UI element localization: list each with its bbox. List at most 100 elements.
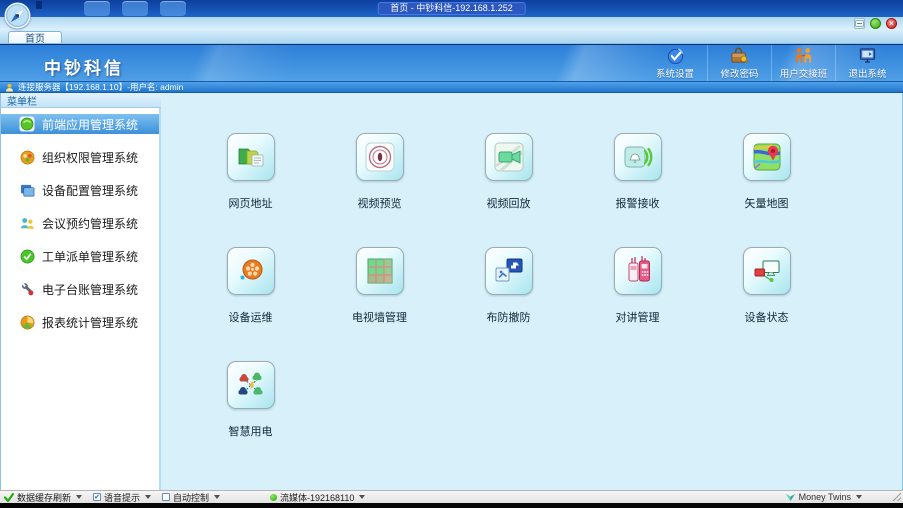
app-tile-web-address[interactable] [227,133,275,181]
dropdown-caret-icon [214,495,220,499]
app-tile-vector-map[interactable] [743,133,791,181]
user-icon [5,83,14,92]
statusbar-label: Money Twins [799,492,851,502]
tab-bar: 首页 [0,30,903,44]
video-preview-icon [363,140,397,174]
header-button-exit-system[interactable]: 退出系统 [835,45,899,81]
sidebar-item-label: 设备配置管理系统 [42,182,138,199]
app-header: 中钞科信 系统设置修改密码用户交接班退出系统 [0,44,903,82]
brand-title: 中钞科信 [44,54,124,79]
dropdown-caret-icon [76,495,82,499]
maximize-button[interactable] [870,18,881,29]
app-tile-label: 智慧用电 [229,423,273,439]
tab-home[interactable]: 首页 [8,31,62,43]
minimize-button[interactable] [854,18,865,29]
statusbar-label: 数据缓存刷新 [17,491,71,504]
sidebar-title: 菜单栏 [1,93,161,108]
app-tile-label: 设备状态 [745,309,789,325]
auto-checkbox-unchecked[interactable] [162,493,170,501]
app-cell-vector-map: 矢量地图 [702,133,831,211]
app-tile-video-preview[interactable] [356,133,404,181]
close-button[interactable]: × [886,18,897,29]
alarm-receive-icon [621,140,655,174]
bottom-strip [0,503,903,508]
toolbar-ghost-icon[interactable] [122,1,148,16]
app-tile-smart-power[interactable] [227,361,275,409]
app-cell-tv-wall: 电视墙管理 [315,247,444,325]
app-cell-device-status: 设备状态 [702,247,831,325]
app-tile-device-status[interactable] [743,247,791,295]
statusbar-data-cache-refresh[interactable]: 数据缓存刷新 [4,491,82,504]
sidebar-item-e-ledger[interactable]: 电子台账管理系统 [1,279,159,299]
voice-checkbox-checked[interactable]: ✔ [93,493,101,501]
system-settings-icon [666,46,685,65]
sidebar-item-label: 电子台账管理系统 [42,281,138,298]
toolbar-ghost-icon[interactable] [160,1,186,16]
app-tile-arm-disarm[interactable] [485,247,533,295]
header-button-change-password[interactable]: 修改密码 [707,45,771,81]
app-tile-video-playback[interactable] [485,133,533,181]
sidebar-item-label: 报表统计管理系统 [42,314,138,331]
connection-status-text: 连接服务器【192.168.1.10】-用户名: admin [18,82,183,93]
statusbar-label: 语音提示 [104,491,140,504]
app-tile-device-maintenance[interactable] [227,247,275,295]
smart-power-icon [234,368,268,402]
shift-handover-icon [794,46,813,65]
sidebar-item-label: 工单派单管理系统 [42,248,138,265]
sidebar-item-label: 会议预约管理系统 [42,215,138,232]
statusbar-voice-prompt[interactable]: ✔ 语音提示 [93,491,151,504]
sidebar-item-org-permission[interactable]: 组织权限管理系统 [1,147,159,167]
device-status-icon [750,254,784,288]
app-tile-intercom[interactable] [614,247,662,295]
statusbar-money-twins[interactable]: Money Twins [785,492,862,503]
header-actions: 系统设置修改密码用户交接班退出系统 [643,45,899,81]
window-title: 首页 - 中钞科信-192.168.1.252 [377,2,526,15]
sidebar-menu: 前端应用管理系统组织权限管理系统设备配置管理系统会议预约管理系统工单派单管理系统… [1,108,161,490]
sidebar-item-label: 组织权限管理系统 [42,149,138,166]
window-controls-bar: × [0,17,903,30]
pin-icon [36,1,42,9]
app-tile-label: 设备运维 [229,309,273,325]
compass-logo-icon [4,2,31,29]
ledger-icon [19,281,35,297]
app-tile-label: 矢量地图 [745,195,789,211]
app-tile-alarm-receive[interactable] [614,133,662,181]
sidebar-item-frontend-app[interactable]: 前端应用管理系统 [1,114,159,134]
web-address-icon [234,140,268,174]
app-cell-intercom: 对讲管理 [573,247,702,325]
dropdown-caret-icon [359,495,365,499]
app-tile-label: 网页地址 [229,195,273,211]
resize-grip[interactable] [892,492,901,501]
work-order-icon [19,248,35,264]
meeting-icon [19,215,35,231]
titlebar-toolbar [84,1,186,16]
sidebar-item-report-stats[interactable]: 报表统计管理系统 [1,312,159,332]
sidebar-item-device-config[interactable]: 设备配置管理系统 [1,180,159,200]
org-permission-icon [19,149,35,165]
dropdown-caret-icon [856,495,862,499]
statusbar-auto-control[interactable]: 自动控制 [162,491,220,504]
app-cell-video-playback: 视频回放 [444,133,573,211]
toolbar-ghost-icon[interactable] [84,1,110,16]
main-area: 网页地址 视频预览 视频回放报警接收 矢量地图设备运维 电视墙管理布防撤防 对讲管理设备状… [161,93,902,490]
sidebar: 菜单栏 前端应用管理系统组织权限管理系统设备配置管理系统会议预约管理系统工单派单… [1,93,161,490]
check-icon [4,493,14,502]
header-button-system-settings[interactable]: 系统设置 [643,45,707,81]
intercom-icon [621,254,655,288]
frontend-app-icon [19,116,35,132]
app-tile-label: 布防撤防 [487,309,531,325]
app-cell-alarm-receive: 报警接收 [573,133,702,211]
sidebar-item-meeting-booking[interactable]: 会议预约管理系统 [1,213,159,233]
title-bar: 首页 - 中钞科信-192.168.1.252 [0,0,903,17]
header-button-shift-handover[interactable]: 用户交接班 [771,45,835,81]
app-tile-grid: 网页地址 视频预览 视频回放报警接收 矢量地图设备运维 电视墙管理布防撤防 对讲管理设备状… [186,133,902,439]
sidebar-item-work-order[interactable]: 工单派单管理系统 [1,246,159,266]
app-tile-label: 报警接收 [616,195,660,211]
device-maintenance-icon [234,254,268,288]
sidebar-item-label: 前端应用管理系统 [42,116,138,133]
header-button-label: 退出系统 [848,66,886,80]
statusbar-stream-media[interactable]: 流媒体-192168110 [270,491,365,504]
money-twins-icon [785,492,796,503]
app-tile-label: 视频预览 [358,195,402,211]
app-tile-tv-wall[interactable] [356,247,404,295]
